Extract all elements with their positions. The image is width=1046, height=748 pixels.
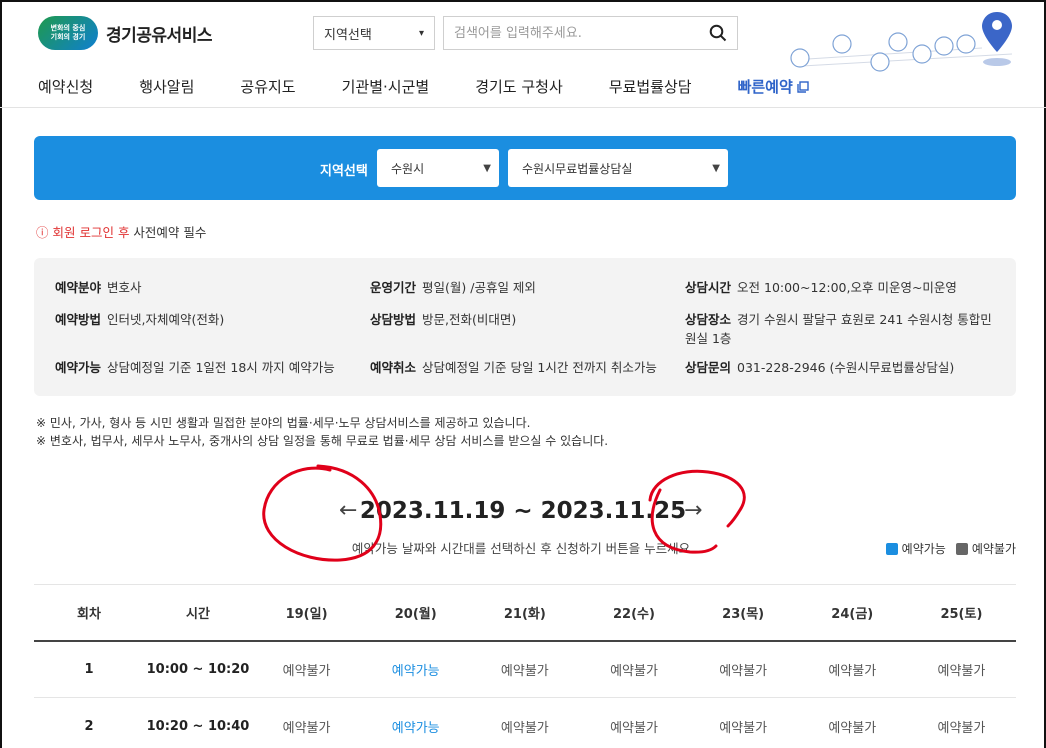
header-region-select-value: 지역선택	[324, 27, 372, 43]
info-field: 예약분야 변호사	[55, 280, 142, 295]
main-nav: 예약신청 행사알림 공유지도 기관별·시군별 경기도 구청사 무료법률상담 빠른…	[38, 76, 855, 97]
column-header: 시간	[144, 584, 252, 642]
column-header: 23(목)	[688, 584, 798, 642]
site-name: 경기공유서비스	[106, 25, 212, 46]
column-header: 20(월)	[361, 584, 471, 642]
info-contact: 상담문의 031-228-2946 (수원시무료법률상담실)	[685, 360, 955, 375]
info-place: 상담장소 경기 수원시 팔달구 효원로 241 수원시청 통합민원실 1층	[685, 312, 992, 346]
info-cancel: 예약취소 상담예정일 기준 당일 1시간 전까지 취소가능	[370, 360, 657, 375]
slot-cell: 예약불가	[252, 640, 362, 698]
service-info-box: 예약분야 변호사 운영기간 평일(월) /공휴일 제외 상담시간 오전 10:00~1…	[34, 258, 1016, 396]
info-method: 예약방법 인터넷,자체예약(전화)	[55, 312, 225, 327]
new-window-icon	[797, 80, 809, 93]
column-header: 회차	[34, 584, 144, 642]
column-header: 19(일)	[252, 584, 362, 642]
center-select-value: 수원시무료법률상담실	[522, 161, 633, 176]
legend-available-swatch	[885, 543, 898, 555]
login-notice: ⓘ 회원 로그인 후 사전예약 필수	[36, 222, 206, 241]
column-header: 22(수)	[579, 584, 689, 642]
legend-unavailable-swatch	[955, 543, 968, 555]
slot-cell: 예약불가	[906, 640, 1016, 698]
nav-item-by-institution[interactable]: 기관별·시군별	[342, 76, 430, 97]
nav-divider	[0, 107, 1046, 108]
info-period: 운영기간 평일(월) /공휴일 제외	[370, 280, 536, 295]
nav-item-free-legal[interactable]: 무료법률상담	[609, 76, 692, 97]
login-notice-highlight: 회원 로그인 후	[52, 225, 130, 240]
search-input[interactable]	[454, 25, 694, 41]
dropdown-triangle-icon: ▼	[712, 162, 720, 174]
column-header: 21(화)	[470, 584, 580, 642]
session-time: 10:20 ~ 10:40	[144, 697, 252, 748]
city-select[interactable]: 수원시 ▼	[377, 149, 499, 187]
slot-cell: 예약불가	[470, 697, 580, 748]
week-range: 2023.11.19 ~ 2023.11.25	[359, 498, 687, 524]
nav-item-quick-reservation[interactable]: 빠른예약	[738, 76, 809, 97]
nav-item-gyeonggi-office[interactable]: 경기도 구청사	[475, 76, 563, 97]
slot-cell: 예약불가	[688, 697, 798, 748]
table-row: 2 10:20 ~ 10:40 예약불가 예약가능 예약불가 예약불가 예약불가…	[34, 697, 1016, 748]
search-icon[interactable]	[709, 24, 727, 42]
session-number: 1	[34, 640, 144, 698]
slot-cell-available[interactable]: 예약가능	[361, 697, 471, 748]
nav-item-events[interactable]: 행사알림	[139, 76, 194, 97]
legend-unavailable: 예약불가	[955, 540, 1016, 557]
chevron-down-icon: ▾	[418, 27, 424, 39]
slot-cell: 예약불가	[797, 640, 907, 698]
slot-cell-available[interactable]: 예약가능	[361, 640, 471, 698]
header-illustration	[790, 12, 1013, 72]
info-consult-method: 상담방법 방문,전화(비대면)	[370, 312, 517, 327]
slot-cell: 예약불가	[688, 640, 798, 698]
login-notice-text: 사전예약 필수	[129, 225, 207, 240]
slot-cell: 예약불가	[252, 697, 362, 748]
header-region-select[interactable]: 지역선택 ▾	[313, 16, 435, 50]
table-header-row: 회차 시간 19(일) 20(월) 21(화) 22(수) 23(목) 24(금…	[34, 584, 1016, 642]
quick-reservation-label: 빠른예약	[737, 78, 793, 96]
slot-cell: 예약불가	[470, 640, 580, 698]
column-header: 25(토)	[906, 584, 1016, 642]
info-available: 예약가능 상담예정일 기준 1일전 18시 까지 예약가능	[55, 360, 335, 375]
column-header: 24(금)	[797, 584, 907, 642]
dropdown-triangle-icon: ▼	[483, 162, 491, 174]
region-filter-bar: 지역선택 수원시 ▼ 수원시무료법률상담실 ▼	[34, 136, 1016, 200]
site-logo[interactable]: 변화의 중심 기회의 경기 경기공유서비스	[38, 16, 212, 50]
slot-cell: 예약불가	[906, 697, 1016, 748]
slot-cell: 예약불가	[797, 697, 907, 748]
legend-available: 예약가능	[885, 540, 946, 557]
info-hours: 상담시간 오전 10:00~12:00,오후 미운영~미운영	[685, 280, 957, 295]
nav-item-share-map[interactable]: 공유지도	[240, 76, 295, 97]
description-line-2: ※ 변호사, 법무사, 세무사 노무사, 중개사의 상담 일정을 통해 무료로 …	[36, 434, 609, 448]
prev-week-arrow-icon[interactable]: ←	[339, 498, 357, 523]
legend: 예약가능 예약불가	[885, 540, 1016, 557]
schedule-table: 회차 시간 19(일) 20(월) 21(화) 22(수) 23(목) 24(금…	[34, 584, 1016, 748]
center-select[interactable]: 수원시무료법률상담실 ▼	[508, 149, 728, 187]
session-number: 2	[34, 697, 144, 748]
region-filter-label: 지역선택	[320, 164, 368, 179]
next-week-arrow-icon[interactable]: →	[684, 498, 702, 523]
session-time: 10:00 ~ 10:20	[144, 640, 252, 698]
nav-item-reservation[interactable]: 예약신청	[38, 76, 93, 97]
alert-circle-icon: ⓘ	[36, 225, 49, 240]
search-box	[443, 16, 738, 50]
description-line-1: ※ 민사, 가사, 형사 등 시민 생활과 밀접한 분야의 법률·세무·노무 상…	[36, 416, 531, 430]
logo-badge: 변화의 중심 기회의 경기	[38, 16, 98, 50]
logo-slogan-line1: 변화의 중심	[50, 24, 86, 32]
table-row: 1 10:00 ~ 10:20 예약불가 예약가능 예약불가 예약불가 예약불가…	[34, 640, 1016, 698]
city-select-value: 수원시	[391, 161, 425, 176]
slot-cell: 예약불가	[579, 640, 689, 698]
logo-slogan-line2: 기회의 경기	[50, 33, 86, 41]
slot-cell: 예약불가	[579, 697, 689, 748]
